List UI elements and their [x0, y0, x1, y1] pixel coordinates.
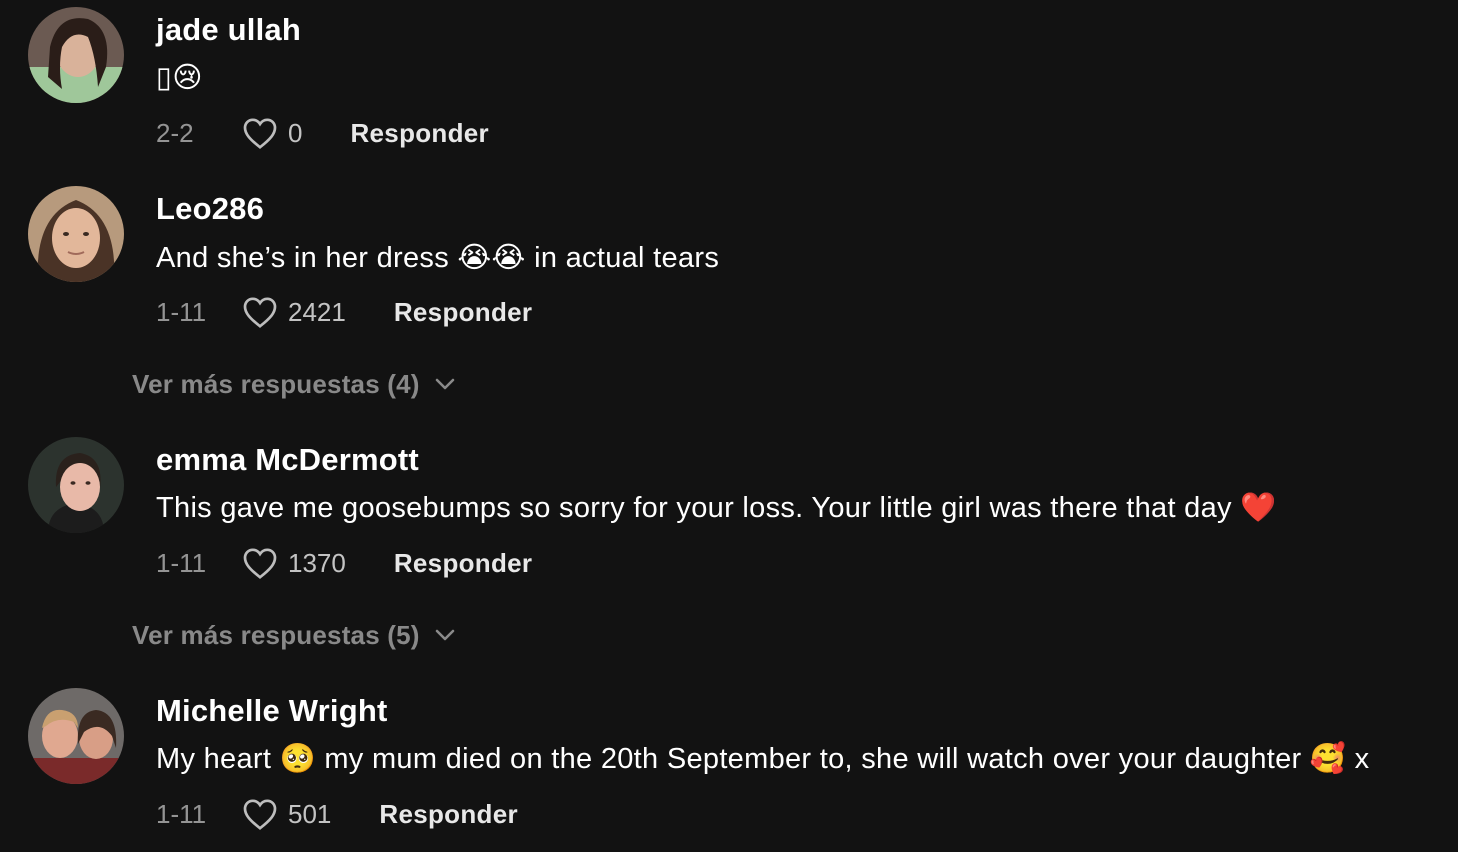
view-more-replies-button[interactable]: Ver más respuestas (4)	[132, 364, 456, 404]
like-button[interactable]: 501	[242, 797, 379, 831]
heart-outline-icon	[243, 548, 277, 579]
heart-outline-icon	[243, 118, 277, 149]
comment-date: 2-2	[156, 117, 194, 148]
chevron-down-icon	[435, 629, 454, 641]
comment-actions: 1-11 2421 Responder	[156, 292, 532, 332]
avatar[interactable]	[28, 688, 124, 784]
chevron-down-icon	[435, 378, 454, 390]
comment-actions: 1-11 1370 Responder	[156, 543, 532, 583]
like-count: 501	[288, 798, 332, 829]
like-count: 2421	[288, 296, 346, 327]
comment-username[interactable]: Michelle Wright	[156, 693, 388, 729]
comment-text: This gave me goosebumps so sorry for you…	[156, 492, 1277, 524]
reply-button[interactable]: Responder	[394, 297, 533, 328]
comment-text: And she’s in her dress 😭😭 in actual tear…	[156, 242, 720, 274]
comment-username[interactable]: emma McDermott	[156, 442, 419, 478]
comment-actions: 2-2 0 Responder	[156, 113, 489, 153]
view-more-replies-button[interactable]: Ver más respuestas (5)	[132, 615, 456, 655]
like-button[interactable]: 2421	[242, 295, 394, 329]
like-count: 1370	[288, 547, 346, 578]
avatar[interactable]	[28, 437, 124, 533]
avatar[interactable]	[28, 186, 124, 282]
comment-username[interactable]: Leo286	[156, 191, 264, 227]
comment-text: ▯😢	[156, 62, 203, 94]
comment-text: My heart 🥺 my mum died on the 20th Septe…	[156, 743, 1370, 775]
like-count: 0	[288, 117, 303, 148]
comment-date: 1-11	[156, 296, 207, 327]
reply-button[interactable]: Responder	[350, 118, 489, 149]
view-more-replies-label: Ver más respuestas (5)	[132, 619, 420, 650]
like-button[interactable]: 1370	[242, 546, 394, 580]
reply-button[interactable]: Responder	[394, 548, 533, 579]
comment-date: 1-11	[156, 547, 207, 578]
comment-date: 1-11	[156, 798, 207, 829]
heart-outline-icon	[243, 799, 277, 830]
heart-outline-icon	[243, 297, 277, 328]
comment-username[interactable]: jade ullah	[156, 12, 301, 48]
view-more-replies-label: Ver más respuestas (4)	[132, 368, 420, 399]
like-button[interactable]: 0	[242, 116, 350, 150]
avatar[interactable]	[28, 7, 124, 103]
comment-actions: 1-11 501 Responder	[156, 794, 518, 834]
reply-button[interactable]: Responder	[379, 799, 518, 830]
